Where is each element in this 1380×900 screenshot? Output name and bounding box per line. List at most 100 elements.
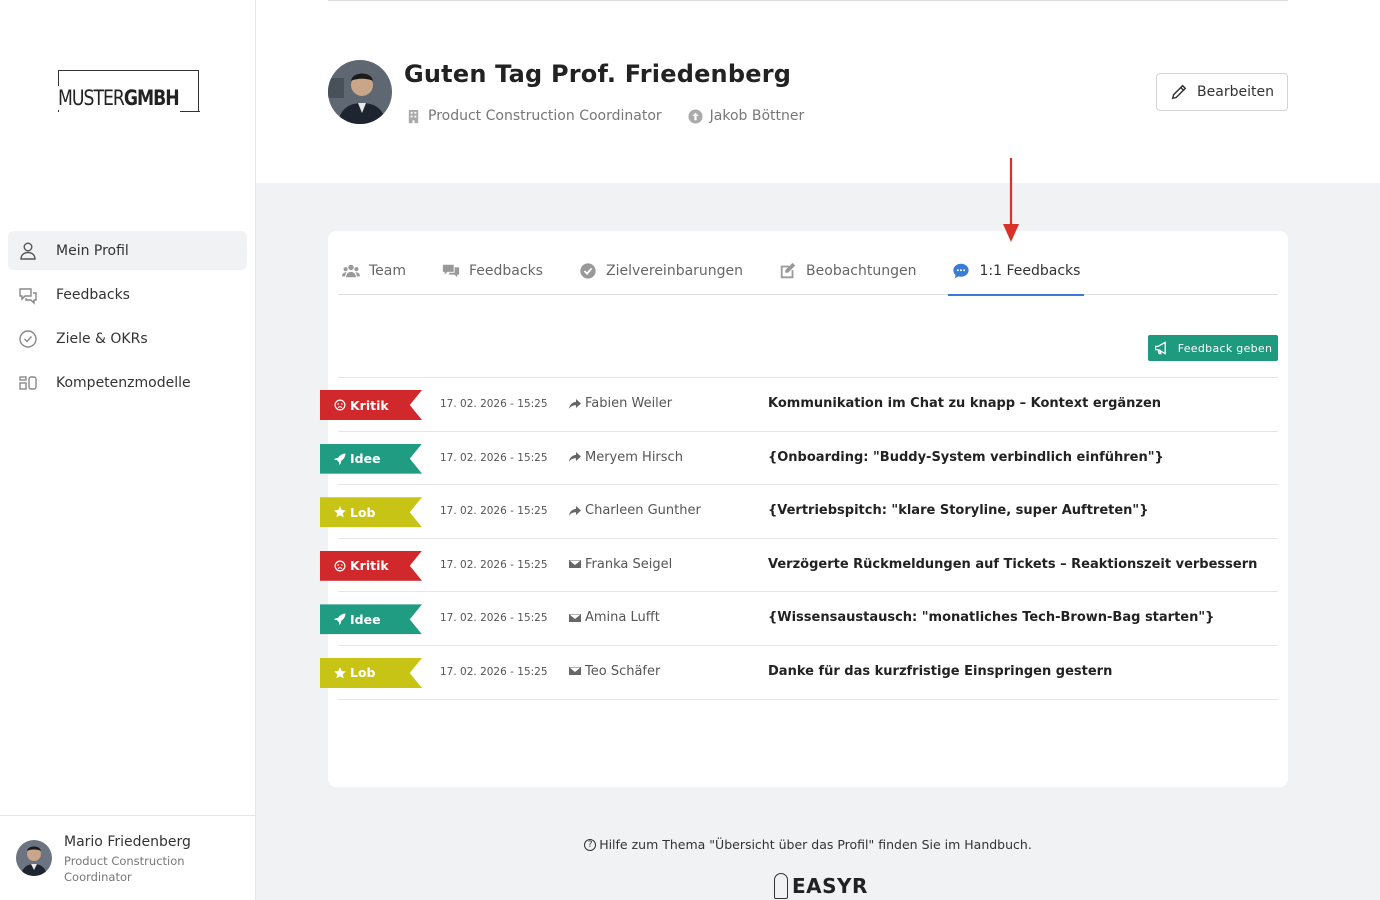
tab-team[interactable]: Team: [338, 247, 410, 295]
share-icon: [569, 505, 581, 516]
rocket-icon: [334, 613, 346, 626]
avatar: [16, 840, 52, 876]
logo-text-part1: MUSTER: [58, 86, 125, 110]
table-row[interactable]: Lob 17. 02. 2026 - 15:25 Charleen Gunthe…: [320, 485, 1278, 539]
help-text: ? Hilfe zum Thema "Übersicht über das Pr…: [256, 837, 1360, 852]
star-icon: [334, 506, 346, 518]
pencil-icon: [1171, 84, 1187, 100]
position-info: Product Construction Coordinator: [406, 108, 662, 124]
table-row[interactable]: Idee 17. 02. 2026 - 15:25 Meryem Hirsch …: [320, 432, 1278, 486]
row-subject: {Vertriebspitch: "klare Storyline, super…: [768, 503, 1149, 519]
tab-label: Beobachtungen: [806, 263, 917, 279]
tab-label: 1:1 Feedbacks: [979, 263, 1081, 279]
profile-meta: Product Construction Coordinator Jakob B…: [406, 108, 830, 124]
sidebar-item-label: Kompetenzmodelle: [56, 374, 191, 391]
tab-label: Feedbacks: [469, 263, 543, 279]
give-feedback-label: Feedback geben: [1177, 341, 1273, 355]
frown-icon: [334, 399, 346, 411]
position-text: Product Construction Coordinator: [428, 108, 662, 124]
easyr-logo: EASYR: [774, 873, 868, 899]
person-name: Franka Seigel: [585, 556, 673, 572]
row-person: Amina Lufft: [568, 610, 660, 625]
profile-avatar: [328, 60, 392, 124]
row-subject: {Onboarding: "Buddy-System verbindlich e…: [768, 449, 1164, 465]
logo-underline: [180, 111, 200, 112]
table-row[interactable]: Kritik 17. 02. 2026 - 15:25 Franka Seige…: [320, 539, 1278, 593]
envelope-icon: [569, 613, 581, 622]
chat-bubble-icon: [953, 263, 970, 279]
sidebar-item-mein-profil[interactable]: Mein Profil: [8, 231, 247, 270]
type-tag-kritik: Kritik: [320, 390, 422, 420]
row-subject: Verzögerte Rückmeldungen auf Tickets – R…: [768, 556, 1258, 572]
person-name: Meryem Hirsch: [585, 449, 683, 465]
table-row[interactable]: Lob 17. 02. 2026 - 15:25 Teo Schäfer Dan…: [320, 646, 1278, 700]
easyr-logo-mark: [774, 873, 788, 899]
chat-icon: [18, 285, 38, 305]
row-person: Teo Schäfer: [568, 664, 660, 679]
person-name: Amina Lufft: [585, 610, 660, 626]
type-label: Idee: [350, 451, 381, 467]
check-circle-icon: [580, 263, 596, 279]
row-person: Fabien Weiler: [568, 396, 672, 411]
type-label: Idee: [350, 611, 381, 627]
question-icon: ?: [584, 838, 597, 851]
profile-header: Guten Tag Prof. Friedenberg Product Cons…: [256, 0, 1380, 183]
type-tag-idee: Idee: [320, 604, 422, 635]
type-label: Kritik: [350, 397, 389, 413]
table-row[interactable]: Kritik 17. 02. 2026 - 15:25 Fabien Weile…: [320, 378, 1278, 432]
row-person: Franka Seigel: [568, 557, 672, 572]
row-subject: Danke für das kurzfristige Einspringen g…: [768, 663, 1113, 679]
company-logo[interactable]: MUSTERGMBH: [58, 70, 200, 112]
manager-info: Jakob Böttner: [688, 108, 804, 124]
edit-button[interactable]: Bearbeiten: [1156, 73, 1288, 111]
tab-feedbacks[interactable]: Feedbacks: [438, 247, 547, 295]
divider: [328, 0, 1288, 1]
row-date: 17. 02. 2026 - 15:25: [440, 665, 548, 678]
frown-icon: [334, 560, 346, 572]
tab-zielvereinbarungen[interactable]: Zielvereinbarungen: [575, 247, 747, 295]
comments-icon: [442, 264, 460, 278]
sidebar: MUSTERGMBH Mein Profil Feedbacks Ziele &…: [0, 0, 256, 900]
tab-1-1-feedbacks[interactable]: 1:1 Feedbacks: [948, 247, 1085, 296]
current-user[interactable]: Mario Friedenberg Product Construction C…: [0, 815, 256, 900]
type-label: Kritik: [350, 558, 389, 574]
tab-label: Zielvereinbarungen: [605, 263, 744, 279]
star-icon: [334, 667, 346, 679]
rocket-icon: [334, 453, 346, 465]
easyr-logo-text: EASYR: [792, 874, 868, 898]
user-role: Product Construction Coordinator: [64, 854, 185, 884]
person-name: Fabien Weiler: [585, 396, 673, 411]
building-icon: [408, 109, 419, 123]
sidebar-item-ziele-okrs[interactable]: Ziele & OKRs: [8, 319, 247, 358]
share-icon: [569, 452, 581, 463]
give-feedback-button[interactable]: Feedback geben: [1148, 335, 1278, 361]
person-name: Teo Schäfer: [585, 663, 661, 679]
table-row[interactable]: Idee 17. 02. 2026 - 15:25 Amina Lufft {W…: [320, 592, 1278, 646]
sidebar-item-label: Feedbacks: [56, 286, 130, 303]
check-circle-icon: [18, 329, 38, 349]
row-subject: {Wissensaustausch: "monatliches Tech-Bro…: [768, 610, 1215, 626]
row-person: Meryem Hirsch: [568, 450, 683, 465]
feedback-card: Team Feedbacks Zielvereinbarungen Beobac…: [320, 231, 1288, 787]
type-tag-lob: Lob: [320, 657, 422, 688]
row-date: 17. 02. 2026 - 15:25: [440, 558, 548, 571]
person-icon: [18, 241, 38, 261]
tab-beobachtungen[interactable]: Beobachtungen: [775, 247, 920, 295]
type-tag-lob: Lob: [320, 497, 422, 528]
row-date: 17. 02. 2026 - 15:25: [440, 398, 548, 410]
type-tag-kritik: Kritik: [320, 550, 422, 581]
feedback-list: Kritik 17. 02. 2026 - 15:25 Fabien Weile…: [320, 377, 1278, 700]
tab-label: Team: [369, 263, 407, 279]
logo-text: MUSTERGMBH: [58, 86, 183, 110]
row-subject: Kommunikation im Chat zu knapp – Kontext…: [768, 396, 1162, 411]
model-icon: [18, 373, 38, 393]
type-label: Lob: [350, 665, 376, 681]
annotation-arrow: [1003, 158, 1019, 242]
sidebar-item-feedbacks[interactable]: Feedbacks: [8, 275, 247, 314]
row-date: 17. 02. 2026 - 15:25: [440, 451, 548, 464]
row-date: 17. 02. 2026 - 15:25: [440, 505, 548, 518]
sidebar-item-kompetenzmodelle[interactable]: Kompetenzmodelle: [8, 363, 247, 402]
person-name: Charleen Gunther: [585, 503, 701, 519]
row-date: 17. 02. 2026 - 15:25: [440, 612, 548, 625]
tab-bar: Team Feedbacks Zielvereinbarungen Beobac…: [338, 247, 1278, 296]
